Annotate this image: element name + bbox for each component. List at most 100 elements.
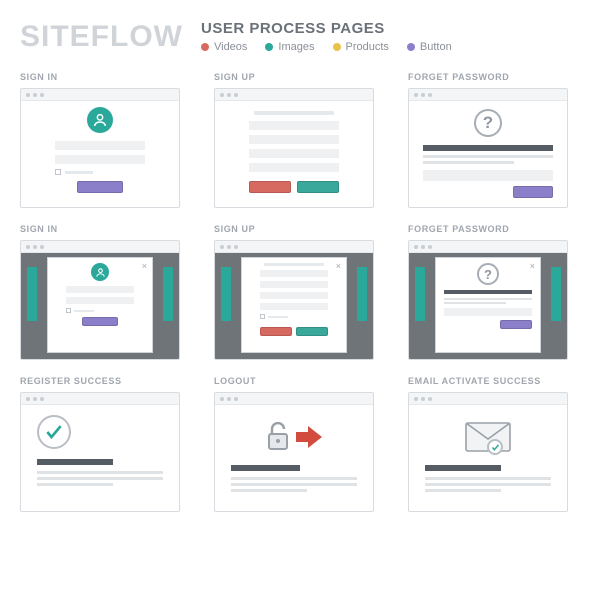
- checkmark-badge-icon: [487, 439, 503, 455]
- card-label: EMAIL ACTIVATE SUCCESS: [408, 376, 580, 386]
- modal-content: ×: [215, 253, 373, 359]
- reset-button[interactable]: [500, 320, 532, 329]
- signup-input-3[interactable]: [249, 149, 339, 158]
- card-sign-in-modal: SIGN IN ×: [20, 224, 192, 360]
- legend-label-images: Images: [278, 41, 314, 53]
- bg-strip: [551, 267, 561, 321]
- submit-button[interactable]: [297, 181, 339, 193]
- legend-label-videos: Videos: [214, 41, 247, 53]
- remember-label-placeholder: [74, 310, 94, 312]
- terms-checkbox[interactable]: [260, 314, 265, 319]
- window-titlebar: [409, 393, 567, 405]
- user-avatar-icon: [87, 107, 113, 133]
- question-mark-icon: ?: [477, 263, 499, 285]
- heading-bar: [444, 290, 532, 294]
- terms-label-placeholder: [268, 316, 288, 318]
- card-logout: LOGOUT: [214, 376, 386, 512]
- submit-button[interactable]: [296, 327, 328, 336]
- header: SITEFLOW USER PROCESS PAGES Videos Image…: [20, 20, 580, 54]
- heading-bar: [425, 465, 501, 471]
- window-titlebar: [21, 393, 179, 405]
- signup-input-4[interactable]: [249, 163, 339, 172]
- logout-icon-group: [231, 415, 357, 459]
- legend: Videos Images Products Button: [201, 41, 580, 53]
- signup-input-2[interactable]: [260, 281, 328, 288]
- bg-strip: [27, 267, 37, 321]
- remember-checkbox[interactable]: [55, 169, 61, 175]
- signup-input-4[interactable]: [260, 303, 328, 310]
- window-titlebar: [215, 393, 373, 405]
- wireframe-grid: SIGN IN SIGN UP: [20, 72, 580, 512]
- email-input[interactable]: [423, 170, 553, 181]
- page-subtitle: USER PROCESS PAGES: [201, 20, 580, 37]
- window-titlebar: [409, 241, 567, 253]
- text-line: [444, 298, 532, 300]
- email-input[interactable]: [444, 308, 532, 316]
- text-line: [423, 161, 514, 164]
- remember-checkbox[interactable]: [66, 308, 71, 313]
- logo-text: SITEFLOW: [20, 20, 183, 54]
- legend-label-products: Products: [346, 41, 389, 53]
- bg-strip: [357, 267, 367, 321]
- legend-videos: Videos: [201, 41, 247, 53]
- lock-open-icon: [266, 422, 290, 452]
- legend-dot-videos: [201, 43, 209, 51]
- register-success-body: [21, 405, 179, 511]
- window-forget-password-modal: × ?: [408, 240, 568, 360]
- signup-input-1[interactable]: [260, 270, 328, 277]
- sign-up-modal: ×: [241, 257, 347, 353]
- forget-password-modal: × ?: [435, 257, 541, 353]
- window-titlebar: [215, 89, 373, 101]
- close-icon[interactable]: ×: [336, 261, 341, 271]
- password-input[interactable]: [55, 155, 145, 164]
- window-sign-up-modal: ×: [214, 240, 374, 360]
- text-line: [231, 489, 307, 492]
- legend-products: Products: [333, 41, 389, 53]
- window-register-success: [20, 392, 180, 512]
- sign-in-button[interactable]: [77, 181, 123, 193]
- legend-dot-products: [333, 43, 341, 51]
- email-icon-group: [425, 415, 551, 459]
- remember-row: [66, 308, 134, 313]
- terms-row: [260, 314, 328, 319]
- window-sign-in: [20, 88, 180, 208]
- header-right: USER PROCESS PAGES Videos Images Product…: [201, 20, 580, 53]
- sign-in-modal: ×: [47, 257, 153, 353]
- email-activate-body: [409, 405, 567, 511]
- card-register-success: REGISTER SUCCESS: [20, 376, 192, 512]
- sign-in-form: [21, 101, 179, 207]
- close-icon[interactable]: ×: [142, 261, 147, 271]
- bg-strip: [221, 267, 231, 321]
- remember-row: [55, 169, 145, 175]
- question-mark-icon: ?: [474, 109, 502, 137]
- window-titlebar: [409, 89, 567, 101]
- heading-bar: [423, 145, 553, 151]
- sign-up-form: [215, 101, 373, 207]
- reset-button[interactable]: [513, 186, 553, 198]
- card-label: LOGOUT: [214, 376, 386, 386]
- username-input[interactable]: [55, 141, 145, 150]
- form-heading-placeholder: [254, 111, 334, 115]
- cancel-button[interactable]: [249, 181, 291, 193]
- bg-strip: [163, 267, 173, 321]
- text-line: [425, 483, 551, 486]
- signup-input-1[interactable]: [249, 121, 339, 130]
- text-line: [37, 477, 163, 480]
- sign-in-button[interactable]: [82, 317, 118, 326]
- heading-bar: [231, 465, 300, 471]
- close-icon[interactable]: ×: [530, 261, 535, 271]
- legend-button: Button: [407, 41, 452, 53]
- password-input[interactable]: [66, 297, 134, 304]
- signup-input-3[interactable]: [260, 292, 328, 299]
- username-input[interactable]: [66, 286, 134, 293]
- card-label: FORGET PASSWORD: [408, 72, 580, 82]
- remember-label-placeholder: [65, 171, 93, 174]
- signup-input-2[interactable]: [249, 135, 339, 144]
- bg-strip: [415, 267, 425, 321]
- card-sign-in: SIGN IN: [20, 72, 192, 208]
- text-line: [37, 471, 163, 474]
- cancel-button[interactable]: [260, 327, 292, 336]
- button-row: [249, 181, 339, 193]
- text-line: [231, 477, 357, 480]
- card-forget-password: FORGET PASSWORD ?: [408, 72, 580, 208]
